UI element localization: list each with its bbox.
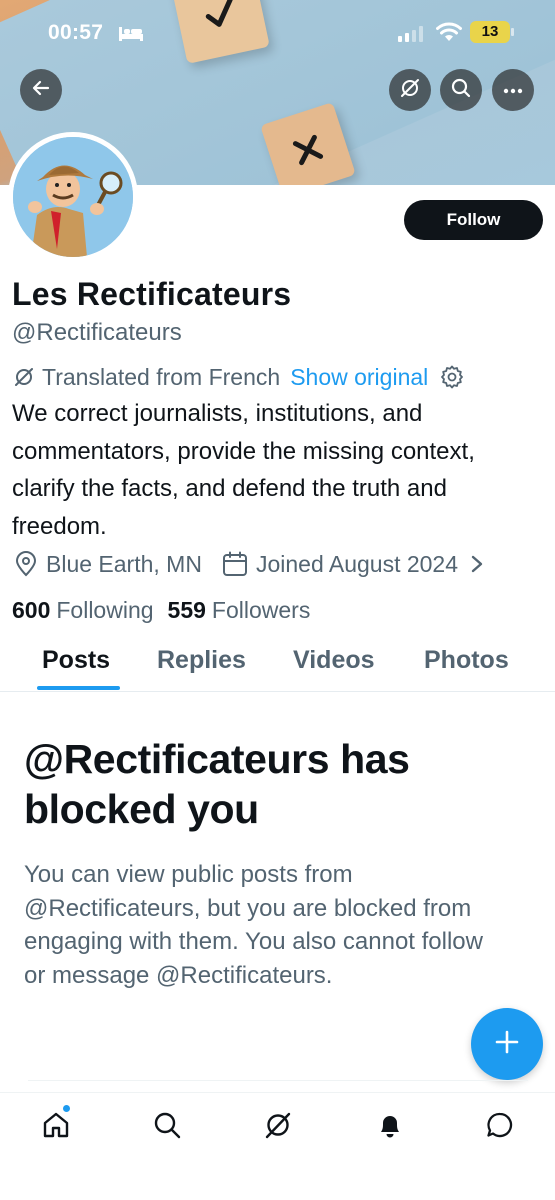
grok-icon bbox=[263, 1110, 293, 1145]
nav-notifications[interactable] bbox=[370, 1107, 410, 1147]
tab-replies[interactable]: Replies bbox=[157, 646, 246, 675]
grok-button[interactable] bbox=[389, 69, 431, 111]
cellular-signal-icon bbox=[398, 26, 424, 47]
show-original-link[interactable]: Show original bbox=[290, 364, 428, 391]
followers-label: Followers bbox=[211, 596, 311, 623]
following-label: Following bbox=[56, 596, 154, 623]
detective-avatar-image bbox=[13, 137, 133, 257]
profile-location: Blue Earth, MN bbox=[46, 550, 202, 577]
translation-settings-gear-icon[interactable] bbox=[440, 365, 464, 389]
nav-messages[interactable] bbox=[480, 1107, 520, 1147]
status-time: 00:57 bbox=[48, 21, 104, 44]
profile-tabs: Posts Replies Videos Photos bbox=[0, 640, 555, 692]
home-icon bbox=[41, 1110, 71, 1145]
bottom-navigation bbox=[0, 1092, 555, 1200]
grok-icon bbox=[399, 77, 421, 104]
plus-icon bbox=[494, 1029, 520, 1060]
search-icon bbox=[450, 77, 472, 104]
translation-row: Translated from French Show original bbox=[12, 362, 464, 392]
profile-joined-date: Joined August 2024 bbox=[255, 550, 459, 577]
messages-icon bbox=[485, 1110, 515, 1145]
more-icon bbox=[503, 81, 523, 99]
content-divider bbox=[28, 1080, 528, 1081]
nav-search[interactable] bbox=[147, 1107, 187, 1147]
active-tab-indicator bbox=[37, 686, 120, 690]
more-button[interactable] bbox=[492, 69, 534, 111]
profile-meta-row: Blue Earth, MN Joined August 2024 bbox=[14, 548, 484, 580]
profile-bio: We correct journalists, institutions, an… bbox=[12, 400, 475, 540]
blocked-title: @Rectificateurs has blocked you bbox=[24, 736, 410, 832]
nav-grok[interactable] bbox=[258, 1107, 298, 1147]
back-button[interactable] bbox=[20, 69, 62, 111]
location-pin-icon bbox=[14, 551, 38, 577]
profile-handle: @Rectificateurs bbox=[12, 319, 182, 346]
following-stat[interactable]: 600 Following bbox=[12, 597, 154, 624]
calendar-icon bbox=[222, 551, 248, 577]
back-arrow-icon bbox=[31, 78, 51, 103]
followers-stat[interactable]: 559 Followers bbox=[168, 597, 311, 624]
status-bar: 00:57 13 bbox=[0, 18, 555, 50]
translated-label: Translated from French bbox=[42, 363, 281, 390]
chevron-right-icon[interactable] bbox=[470, 554, 484, 574]
home-notification-dot bbox=[62, 1104, 71, 1113]
blocked-message: You can view public posts from @Rectific… bbox=[24, 861, 483, 989]
battery-indicator: 13 bbox=[470, 21, 514, 43]
search-icon bbox=[152, 1110, 182, 1145]
profile-avatar[interactable] bbox=[8, 132, 138, 262]
followers-count: 559 bbox=[167, 596, 206, 623]
sleep-focus-icon bbox=[118, 24, 144, 47]
tab-photos[interactable]: Photos bbox=[424, 646, 509, 675]
nav-home[interactable] bbox=[36, 1107, 76, 1147]
notifications-icon bbox=[375, 1110, 405, 1145]
follow-button[interactable]: Follow bbox=[404, 200, 543, 240]
compose-post-button[interactable] bbox=[471, 1008, 543, 1080]
search-button[interactable] bbox=[440, 69, 482, 111]
profile-display-name: Les Rectificateurs bbox=[12, 276, 292, 312]
wifi-icon bbox=[436, 21, 462, 48]
translate-icon bbox=[12, 365, 36, 389]
tab-posts[interactable]: Posts bbox=[42, 646, 110, 675]
following-count: 600 bbox=[12, 596, 51, 623]
battery-level: 13 bbox=[481, 23, 499, 40]
profile-stats: 600 Following 559 Followers bbox=[12, 594, 310, 626]
tab-videos[interactable]: Videos bbox=[293, 646, 375, 675]
